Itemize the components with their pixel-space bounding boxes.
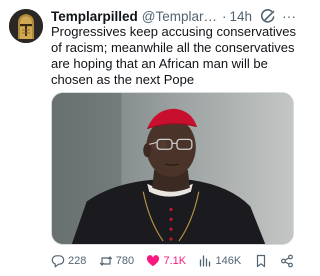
retweet-icon [99,256,112,266]
tweet-header: Templarpilled @Templarpi... · 14h ··· [51,7,296,25]
handle[interactable]: @Templarpi... [142,9,219,24]
views-button[interactable]: 146K [198,254,241,268]
heart-icon [147,255,160,267]
cardinal-photo [52,93,293,244]
avatar[interactable] [9,9,43,43]
timestamp[interactable]: 14h [229,9,252,24]
reply-button[interactable]: 228 [51,254,86,268]
knight-helmet-avatar [9,9,43,43]
share-button[interactable] [280,254,294,268]
tweet-text: Progressives keep accusing conservatives… [51,24,296,87]
grok-icon[interactable] [260,8,276,24]
like-count: 7.1K [163,255,187,267]
reply-count: 228 [68,255,87,267]
views-icon [200,255,211,267]
retweet-count: 780 [115,255,135,267]
view-count: 146K [215,255,242,267]
retweet-button[interactable]: 780 [99,254,134,268]
like-button[interactable]: 7.1K [146,254,186,268]
tweet-image[interactable] [51,92,294,245]
share-icon [281,254,293,268]
separator-dot: · [221,8,227,24]
reply-icon [51,255,65,268]
bookmark-button[interactable] [254,254,268,268]
bookmark-icon [256,254,265,268]
tweet-actions: 228 780 7.1K 146K [51,253,294,269]
more-icon[interactable]: ··· [276,8,296,24]
display-name[interactable]: Templarpilled [51,9,138,24]
